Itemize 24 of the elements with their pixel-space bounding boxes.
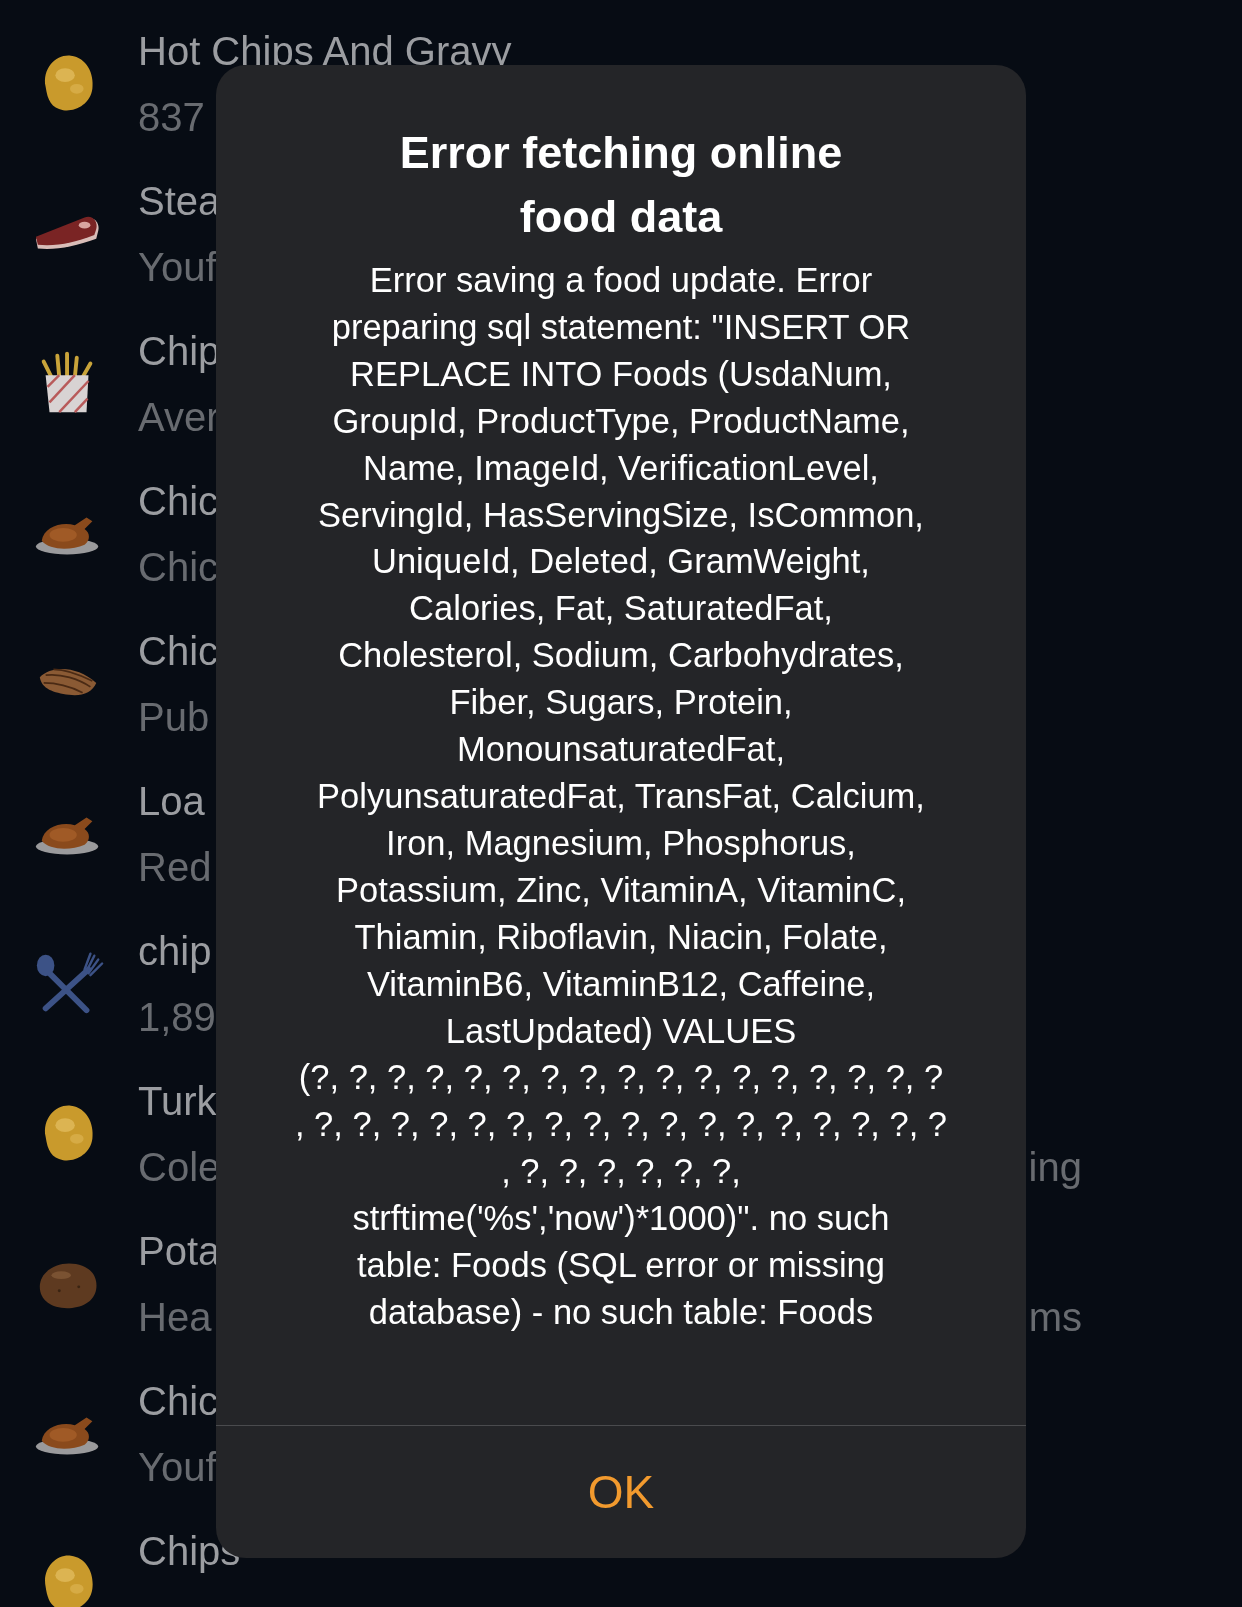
food-subtitle: Hea [138,1294,212,1340]
food-subtitle: Pub [138,694,210,740]
food-subtitle: Chic [138,544,219,590]
food-subtitle: Red [138,844,212,890]
alert-message: Error saving a food update. Error preparing sql statement: "INSERT OR REPLACE INTO Foods (UsdaNum, GroupId, ProductType, ProductName, Name, ImageId, VerificationLevel, ServingId, HasServingSize, IsCommon, UniqueId, Deleted, GramWeight, Calories, Fat, SaturatedFat, Cholesterol, Sodium, Carbohydrates, Fiber, Sugars, Protein, MonounsaturatedFat, PolyunsaturatedFat, TransFat, Calcium, Iron, Magnesium, Phosphorus, Potassium, Zinc, VitaminA, VitaminC, Thiamin, Riboflavin, Niacin, Folate, VitaminB6, VitaminB12, Caffeine, LastUpdated) VALUES (?, ?, ?, ?, ?, ?, ?, ?, ?, ?, ?, ?, ?, ?, ?, ?, ? , ?, ?, ?, ?, ?, ?, ?, ?, ?, ?, ?, ?, ?, ?, ?, ?, ? , ?, ?, ?, ?, ?, ?, strftime('%s','now')*1000)". no such table: Foods (SQL error or missing database) - no such table: Foods [294,260,948,1333]
food-subtitle: Youf [138,244,217,290]
food-title: Chip [138,328,221,374]
food-title: Pota [138,1228,221,1274]
food-subtitle: Youf [138,1444,217,1490]
food-subtitle: ms [1028,1294,1082,1340]
food-subtitle: Aver [138,394,220,440]
food-title: Hot Chips And Gravy [138,28,512,74]
food-title: Chic [138,478,219,524]
food-title: Chic [138,628,219,674]
food-subtitle: ing [1028,1144,1082,1190]
alert-title: Error fetching online food data [399,126,843,244]
food-subtitle: 1,89 [138,994,216,1040]
food-title: Loa [138,778,205,824]
food-title: Turk [138,1078,217,1124]
food-subtitle: 837 [138,94,205,140]
food-title: Chic [138,1378,219,1424]
food-subtitle: Cole [138,1144,221,1190]
food-title: Stea [138,178,221,224]
food-title: chip [138,928,212,974]
